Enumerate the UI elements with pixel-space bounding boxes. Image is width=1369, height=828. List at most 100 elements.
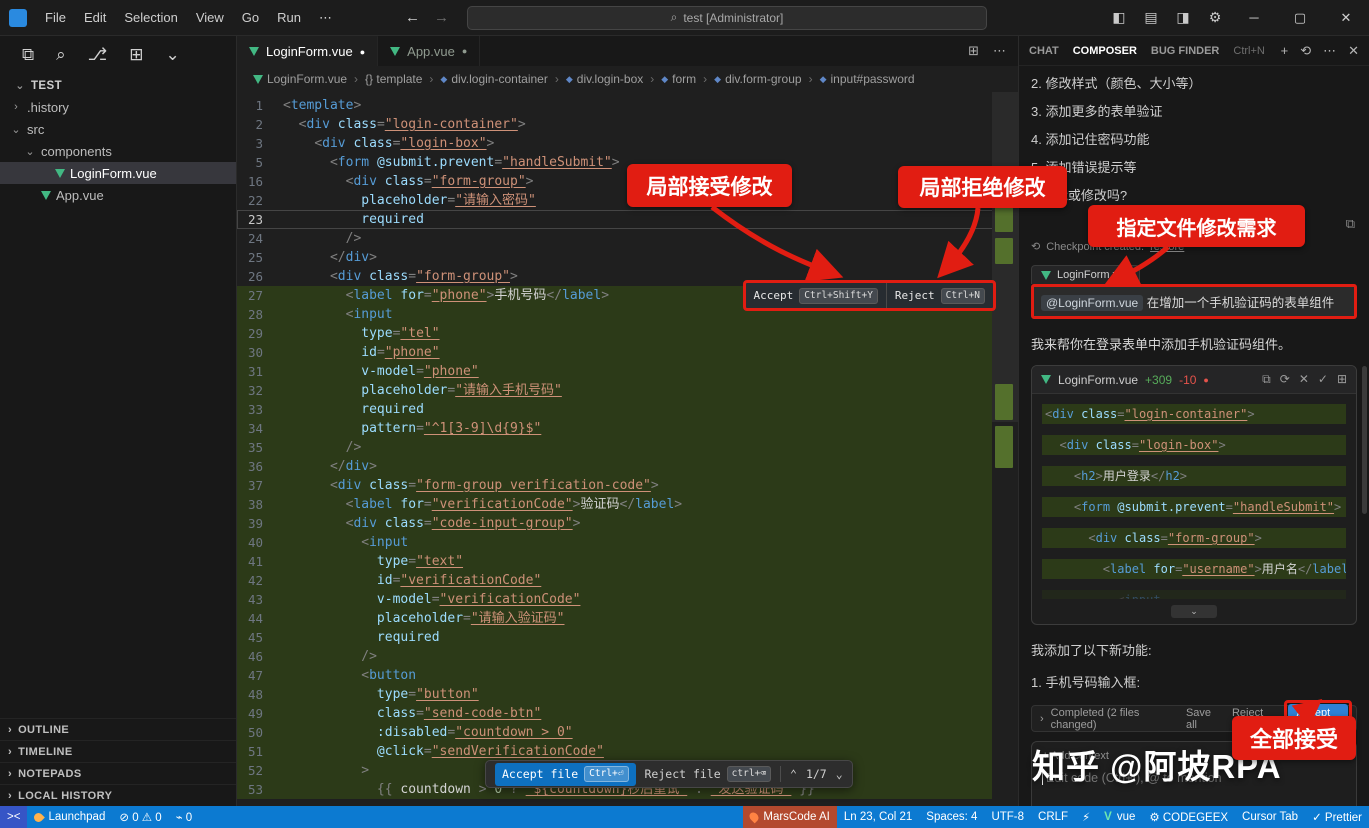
context-file-chip[interactable]: LoginForm.vue [1031,265,1141,284]
minimap[interactable] [992,92,1018,806]
indentation[interactable]: Spaces: 4 [919,806,984,828]
code-line-31[interactable]: 31 v-model="phone" [237,362,1018,381]
breadcrumb[interactable]: LoginForm.vue ›{} template › ◆ div.login-con… [237,66,1018,92]
restore-link[interactable]: restore [1150,241,1184,253]
settings-gear-icon[interactable]: ⚙ [1199,0,1231,36]
code-line-48[interactable]: 48 type="button" [237,685,1018,704]
code-line-43[interactable]: 43 v-model="verificationCode" [237,590,1018,609]
menu-item-go[interactable]: Go [233,10,268,25]
eol[interactable]: CRLF [1031,806,1075,828]
breadcrumb-item[interactable]: {} template [365,72,422,86]
code-line-42[interactable]: 42 id="verificationCode" [237,571,1018,590]
code-line-41[interactable]: 41 type="text" [237,552,1018,571]
launchpad[interactable]: Launchpad [27,806,112,828]
copy-message-icon[interactable]: ⧉ [1346,216,1355,232]
files-icon[interactable]: ⧉ [22,45,34,65]
tree-item-src[interactable]: ⌄ src [0,118,236,140]
back-icon[interactable]: ← [405,9,420,26]
code-line-30[interactable]: 30 id="phone" [237,343,1018,362]
expand-diff-button[interactable]: ⌄ [1171,605,1217,618]
reject-file-button[interactable]: Reject file ctrl+⌫ [645,765,771,784]
breadcrumb-item[interactable]: ◆ div.login-box [566,72,643,86]
new-composer-icon[interactable]: + [1281,43,1289,59]
split-editor-icon[interactable]: ⊞ [968,43,979,59]
encoding[interactable]: UTF-8 [984,806,1031,828]
breadcrumb-item[interactable]: ◆ div.form-group [714,72,801,86]
apply-icon[interactable]: ✓ [1318,372,1328,387]
more-icon[interactable]: ⋯ [1323,43,1336,59]
code-line-45[interactable]: 45 required [237,628,1018,647]
menu-item-file[interactable]: File [36,10,75,25]
accept-change-button[interactable]: Accept Ctrl+Shift+Y [746,283,887,308]
copy-icon[interactable]: ⧉ [1262,372,1271,387]
code-line-35[interactable]: 35 /> [237,438,1018,457]
panel-tab-chat[interactable]: CHAT [1029,45,1059,57]
code-line-37[interactable]: 37 <div class="form-group verification-c… [237,476,1018,495]
breadcrumb-item[interactable]: ◆ input#password [820,72,915,86]
minimize-icon[interactable]: ─ [1231,0,1277,36]
extensions-icon[interactable]: ⊞ [129,45,143,65]
code-line-25[interactable]: 25 </div> [237,248,1018,267]
tree-item-components[interactable]: ⌄ components [0,140,236,162]
history-icon[interactable]: ⟲ [1300,43,1311,59]
code-line-46[interactable]: 46 /> [237,647,1018,666]
section-timeline[interactable]: › TIMELINE [0,740,236,762]
code-line-44[interactable]: 44 placeholder="请输入验证码" [237,609,1018,628]
forward-icon[interactable]: → [434,9,449,26]
tab-loginform-vue[interactable]: LoginForm.vue ● [237,36,379,66]
maximize-icon[interactable]: ▢ [1277,0,1323,36]
ports[interactable]: ⌁ 0 [169,806,200,828]
menu-item-[interactable]: ⋯ [310,10,341,26]
open-in-editor-icon[interactable]: ⊞ [1337,372,1347,387]
close-panel-icon[interactable]: ✕ [1348,43,1359,59]
toggle-sidebar-icon[interactable]: ◧ [1103,0,1135,36]
accept-file-button[interactable]: Accept file Ctrl+⏎ [495,762,636,786]
refresh-icon[interactable]: ⟳ [1280,372,1290,387]
code-line-51[interactable]: 51 @click="sendVerificationCode" [237,742,1018,761]
codegeex[interactable]: ⚙ CODEGEEX [1142,806,1235,828]
code-line-2[interactable]: 2 <div class="login-container"> [237,115,1018,134]
next-diff-icon[interactable]: ⌄ [836,765,843,784]
code-line-50[interactable]: 50 :disabled="countdown > 0" [237,723,1018,742]
code-line-40[interactable]: 40 <input [237,533,1018,552]
section-local-history[interactable]: › LOCAL HISTORY [0,784,236,806]
code-line-32[interactable]: 32 placeholder="请输入手机号码" [237,381,1018,400]
panel-tab-bug-finder[interactable]: BUG FINDER [1151,45,1219,57]
panel-scrollbar[interactable] [1362,366,1367,514]
cursor-position[interactable]: Ln 23, Col 21 [837,806,919,828]
code-line-23[interactable]: 23 required [237,210,1018,229]
breadcrumb-item[interactable]: ◆ div.login-container [440,72,547,86]
code-line-47[interactable]: 47 <button [237,666,1018,685]
code-line-29[interactable]: 29 type="tel" [237,324,1018,343]
tree-item-app-vue[interactable]: App.vue [0,184,236,206]
tree-item-loginform-vue[interactable]: LoginForm.vue [0,162,236,184]
code-line-49[interactable]: 49 class="send-code-btn" [237,704,1018,723]
prev-diff-icon[interactable]: ⌃ [790,765,797,784]
tree-item--history[interactable]: › .history [0,96,236,118]
command-center-search[interactable]: ⌕ test [Administrator] [467,5,987,30]
cursor-tab[interactable]: Cursor Tab [1235,806,1305,828]
accept-all-button[interactable]: Accept all [1287,703,1348,734]
save-all-button[interactable]: Save all [1186,707,1222,731]
code-line-38[interactable]: 38 <label for="verificationCode">验证码</la… [237,495,1018,514]
code-line-34[interactable]: 34 pattern="^1[3-9]\d{9}$" [237,419,1018,438]
code-line-3[interactable]: 3 <div class="login-box"> [237,134,1018,153]
toggle-panel-icon[interactable]: ▤ [1135,0,1167,36]
language-mode[interactable]: Vvue [1097,806,1142,828]
breadcrumb-item[interactable]: LoginForm.vue [253,72,347,86]
file-mention[interactable]: @LoginForm.vue [1041,295,1144,311]
diff-preview[interactable]: <div class="login-container"> <div class… [1032,394,1356,605]
diff-card-header[interactable]: LoginForm.vue +309 -10 ● ⧉ ⟳ ✕ ✓ ⊞ [1032,366,1356,394]
discard-icon[interactable]: ✕ [1299,372,1309,387]
chevron-down-icon[interactable]: ⌄ [166,45,180,65]
code-line-5[interactable]: 5 <form @submit.prevent="handleSubmit"> [237,153,1018,172]
problems[interactable]: ⊘ 0 ⚠ 0 [112,806,168,828]
close-icon[interactable]: ✕ [1323,0,1369,36]
more-actions-icon[interactable]: ⋯ [993,43,1006,59]
power-icon[interactable]: ⚡ [1075,806,1097,828]
prettier[interactable]: ✓ Prettier [1305,806,1369,828]
section-notepads[interactable]: › NOTEPADS [0,762,236,784]
menu-item-selection[interactable]: Selection [115,10,186,25]
code-line-33[interactable]: 33 required [237,400,1018,419]
menu-item-edit[interactable]: Edit [75,10,115,25]
